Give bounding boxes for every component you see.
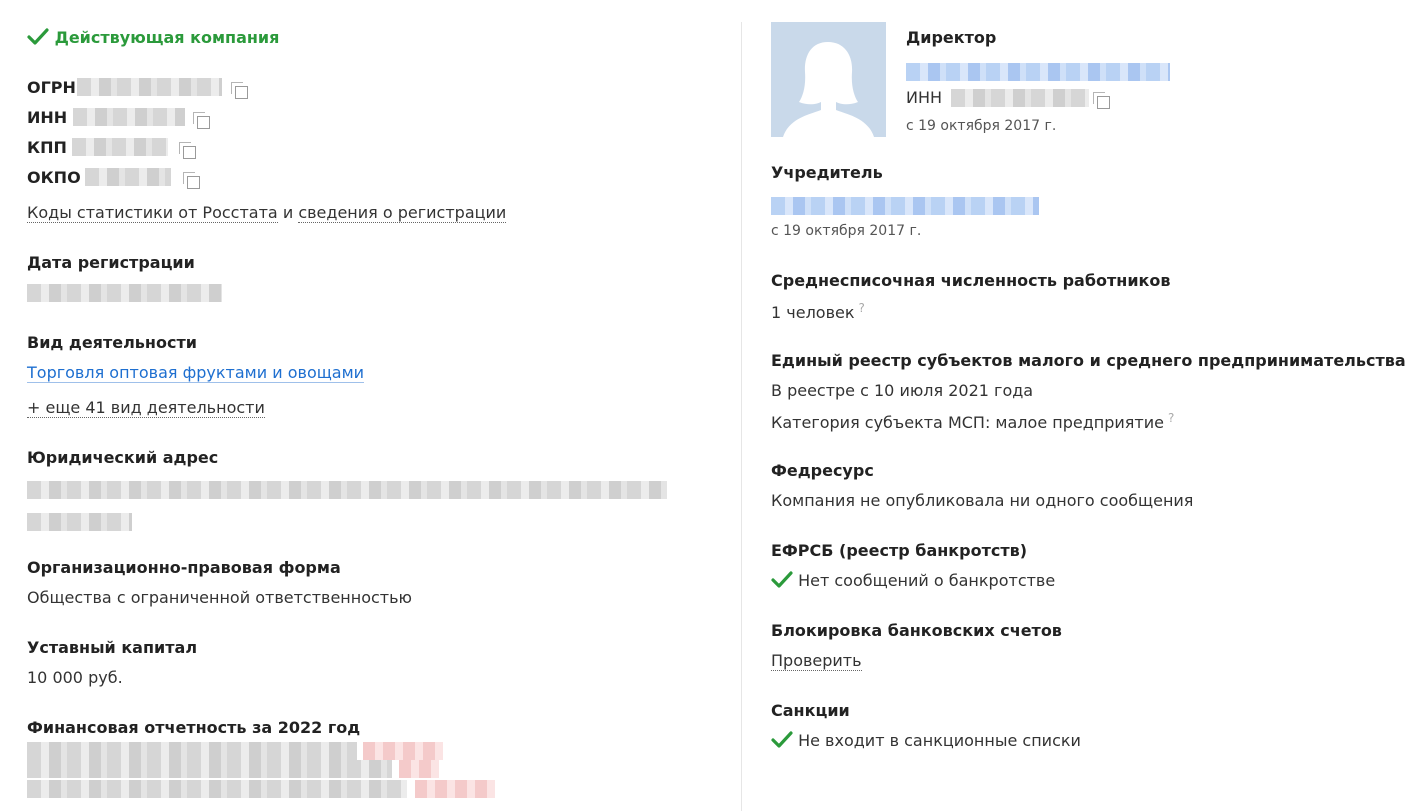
director-inn-label: ИНН xyxy=(906,88,943,107)
company-status-text: Действующая компания xyxy=(54,28,280,47)
finance-row2-redacted-highlight xyxy=(399,760,439,778)
registration-info-link[interactable]: сведения о регистрации xyxy=(298,203,507,223)
company-side-info: Директор ИНН с 19 октября 2017 г. Учреди… xyxy=(771,0,1421,811)
address-line2-redacted xyxy=(27,513,132,531)
efrsb-status: Нет сообщений о банкротстве xyxy=(771,571,1055,590)
block-check: Проверить xyxy=(771,651,862,671)
director-label: Директор xyxy=(906,28,997,47)
activity-label: Вид деятельности xyxy=(27,333,197,352)
director-inn-redacted xyxy=(951,89,1089,107)
stats-links: Коды статистики от Росстата и сведения о… xyxy=(27,203,507,223)
director-avatar xyxy=(771,22,886,137)
copy-kpp-icon[interactable] xyxy=(179,142,196,159)
director-name-redacted[interactable] xyxy=(906,63,1170,81)
activity-more-link[interactable]: + еще 41 вид деятельности xyxy=(27,398,265,418)
address-label: Юридический адрес xyxy=(27,448,219,467)
capital-value: 10 000 руб. xyxy=(27,668,123,687)
activity-more: + еще 41 вид деятельности xyxy=(27,398,265,418)
copy-inn-icon[interactable] xyxy=(193,112,210,129)
kpp-label: КПП xyxy=(27,138,67,157)
block-label: Блокировка банковских счетов xyxy=(771,621,1062,640)
capital-label: Уставный капитал xyxy=(27,638,198,657)
help-icon[interactable]: ? xyxy=(859,301,865,315)
founder-name-redacted[interactable] xyxy=(771,197,1039,215)
msp-label: Единый реестр субъектов малого и среднег… xyxy=(771,351,1406,370)
finance-row3-redacted xyxy=(27,780,407,798)
and-text: и xyxy=(282,203,294,222)
activity-main-link[interactable]: Торговля оптовая фруктами и овощами xyxy=(27,363,365,383)
employees-label: Среднесписочная численность работников xyxy=(771,271,1171,290)
kpp-value-redacted xyxy=(72,138,168,156)
check-block-link[interactable]: Проверить xyxy=(771,651,862,671)
sanctions-label: Санкции xyxy=(771,701,850,720)
fedresurs-label: Федресурс xyxy=(771,461,874,480)
okpo-label: ОКПО xyxy=(27,168,81,187)
column-divider xyxy=(741,22,742,811)
ogrn-value-redacted xyxy=(77,78,222,96)
founder-since: с 19 октября 2017 г. xyxy=(771,223,922,239)
finance-row1-redacted xyxy=(27,742,357,760)
copy-okpo-icon[interactable] xyxy=(183,172,200,189)
activity-main: Торговля оптовая фруктами и овощами xyxy=(27,363,365,383)
fedresurs-value: Компания не опубликовала ни одного сообщ… xyxy=(771,491,1194,510)
company-main-info: Действующая компания ОГРН ИНН КПП ОКПО К… xyxy=(27,0,717,811)
ogrn-label: ОГРН xyxy=(27,78,76,97)
msp-category: Категория субъекта МСП: малое предприяти… xyxy=(771,411,1174,432)
director-since: с 19 октября 2017 г. xyxy=(906,118,1057,134)
finance-label: Финансовая отчетность за 2022 год xyxy=(27,718,361,737)
rosstat-codes-link[interactable]: Коды статистики от Росстата xyxy=(27,203,278,223)
reg-date-label: Дата регистрации xyxy=(27,253,195,272)
employees-value: 1 человек? xyxy=(771,301,865,322)
finance-row1-redacted-highlight xyxy=(363,742,443,760)
legal-form-label: Организационно-правовая форма xyxy=(27,558,341,577)
inn-label: ИНН xyxy=(27,108,68,127)
employees-count: 1 человек xyxy=(771,303,855,322)
sanctions-status-text: Не входит в санкционные списки xyxy=(798,731,1081,750)
company-status: Действующая компания xyxy=(27,28,279,47)
help-icon[interactable]: ? xyxy=(1168,411,1174,425)
legal-form-value: Общества с ограниченной ответственностью xyxy=(27,588,413,607)
reg-date-redacted xyxy=(27,284,222,302)
efrsb-label: ЕФРСБ (реестр банкротств) xyxy=(771,541,1028,560)
copy-ogrn-icon[interactable] xyxy=(231,82,248,99)
inn-value-redacted xyxy=(73,108,185,126)
finance-row3-redacted-highlight xyxy=(415,780,495,798)
finance-row2-redacted xyxy=(27,760,392,778)
founder-label: Учредитель xyxy=(771,163,883,182)
msp-category-text: Категория субъекта МСП: малое предприяти… xyxy=(771,413,1164,432)
person-silhouette-icon xyxy=(783,42,874,137)
sanctions-status: Не входит в санкционные списки xyxy=(771,731,1081,750)
efrsb-status-text: Нет сообщений о банкротстве xyxy=(798,571,1056,590)
checkmark-icon xyxy=(27,28,49,45)
checkmark-icon xyxy=(771,571,793,588)
copy-director-inn-icon[interactable] xyxy=(1093,92,1110,109)
address-line1-redacted xyxy=(27,481,667,499)
okpo-value-redacted xyxy=(85,168,171,186)
checkmark-icon xyxy=(771,731,793,748)
msp-since: В реестре с 10 июля 2021 года xyxy=(771,381,1034,400)
